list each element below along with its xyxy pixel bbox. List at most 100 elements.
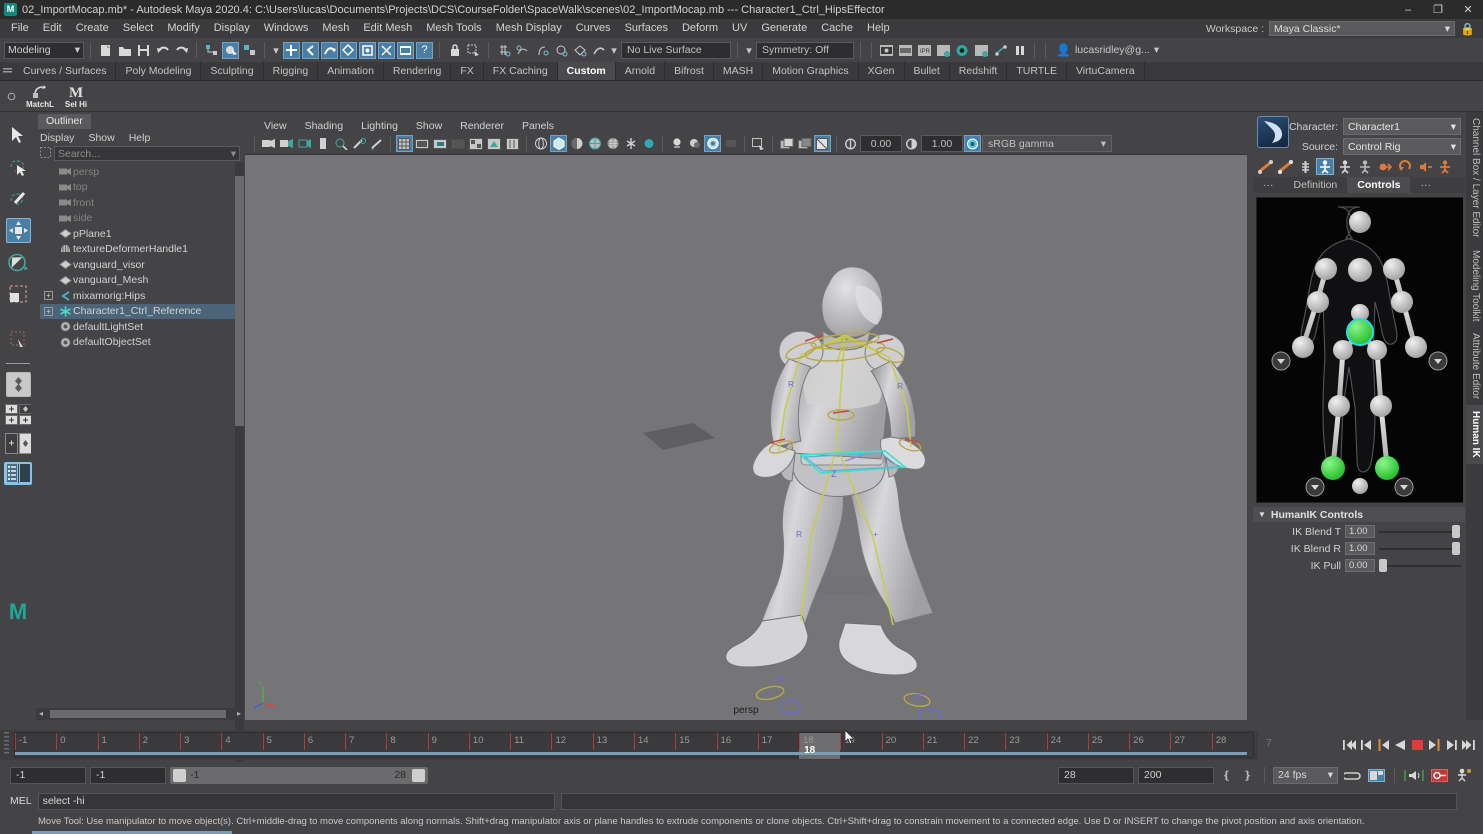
scroll-left-icon[interactable]: ◂ (39, 709, 43, 718)
menu-curves[interactable]: Curves (569, 19, 618, 38)
humanik-tab-controls[interactable]: Controls (1347, 177, 1410, 193)
redo-icon[interactable] (173, 42, 190, 59)
bookmark-camera-icon[interactable] (296, 135, 313, 152)
mute-icon[interactable] (1416, 158, 1434, 175)
select-misc-mask-icon[interactable]: ? (416, 42, 433, 59)
tab-attribute-editor[interactable]: Attribute Editor (1466, 327, 1483, 405)
outliner-item-character1-ctrl-reference[interactable]: + Character1_Ctrl_Reference (40, 304, 240, 320)
scale-tool[interactable] (6, 282, 31, 307)
source-combo[interactable]: Control Rig ▾ (1343, 138, 1461, 155)
time-slider[interactable]: -101234567891011121314151617181819202122… (0, 730, 1258, 760)
scrollbar-thumb[interactable] (235, 176, 244, 426)
outliner-item-defaultobjectset[interactable]: defaultObjectSet (40, 335, 240, 351)
tab-human-ik[interactable]: Human IK (1466, 405, 1483, 464)
humanik-tab-prev[interactable]: ··· (1253, 177, 1284, 193)
menu-surfaces[interactable]: Surfaces (618, 19, 675, 38)
character-tpose-icon[interactable] (1356, 158, 1374, 175)
ik-blend-t-slider[interactable] (1379, 525, 1461, 538)
tab-modeling-toolkit[interactable]: Modeling Toolkit (1466, 244, 1483, 328)
use-default-material-icon[interactable] (622, 135, 639, 152)
select-rendering-mask-icon[interactable] (397, 42, 414, 59)
shelf-tab-mash[interactable]: MASH (714, 62, 763, 80)
four-view-layout[interactable] (6, 372, 31, 397)
toggle-display-icon[interactable] (992, 42, 1009, 59)
outliner-menu-help[interactable]: Help (129, 132, 151, 144)
menu-mesh-tools[interactable]: Mesh Tools (419, 19, 488, 38)
skeleton-icon[interactable] (1296, 158, 1314, 175)
film-gate-icon[interactable] (414, 135, 431, 152)
outliner-item-persp[interactable]: persp (40, 164, 240, 180)
outliner-item-defaultlightset[interactable]: defaultLightSet (40, 319, 240, 335)
viewport-menu-view[interactable]: View (255, 120, 296, 132)
outliner-item-front[interactable]: front (40, 195, 240, 211)
shelf-tab-rendering[interactable]: Rendering (384, 62, 451, 80)
symmetry-field[interactable]: Symmetry: Off (756, 42, 854, 59)
color-space-field[interactable]: sRGB gamma ▾ (982, 135, 1112, 152)
menu-mesh-display[interactable]: Mesh Display (489, 19, 569, 38)
exposure-reset-icon[interactable] (842, 135, 859, 152)
shelf-tab-poly-modeling[interactable]: Poly Modeling (116, 62, 201, 80)
select-joints-mask-icon[interactable] (302, 42, 319, 59)
make-live-icon[interactable] (590, 42, 607, 59)
viewport-menu-shading[interactable]: Shading (296, 120, 353, 132)
range-bracket-left-icon[interactable]: ❴ (1218, 767, 1235, 784)
minimize-button[interactable]: – (1393, 0, 1423, 19)
scrollbar-thumb[interactable] (50, 710, 226, 718)
snap-to-point-icon[interactable] (533, 42, 550, 59)
select-surfaces-mask-icon[interactable] (340, 42, 357, 59)
shelf-tab-virtucamera[interactable]: VirtuCamera (1067, 62, 1145, 80)
menu-deform[interactable]: Deform (675, 19, 725, 38)
shelf-tab-sculpting[interactable]: Sculpting (201, 62, 263, 80)
ik-pull-value[interactable]: 0.00 (1345, 559, 1375, 572)
select-tool[interactable] (6, 122, 31, 147)
go-to-start-button[interactable] (1342, 737, 1356, 753)
snapshot-icon[interactable] (778, 135, 795, 152)
character-combo[interactable]: Character1 ▾ (1343, 118, 1461, 135)
snap-to-curve-icon[interactable] (514, 42, 531, 59)
ik-blend-t-value[interactable]: 1.00 (1345, 525, 1375, 538)
shelf-tab-rigging[interactable]: Rigging (264, 62, 319, 80)
pause-render-icon[interactable] (1011, 42, 1028, 59)
mel-output-field[interactable] (561, 793, 1457, 810)
render-view-icon[interactable] (973, 42, 990, 59)
humanik-controls-section-header[interactable]: ▼ HumanIK Controls (1253, 507, 1465, 522)
dropdown-arrow-icon[interactable]: ▾ (609, 42, 619, 59)
ik-pull-slider[interactable] (1379, 559, 1461, 572)
lock-selection-icon[interactable] (446, 42, 463, 59)
shelf-options-icon[interactable] (0, 92, 22, 101)
outliner-item-top[interactable]: top (40, 180, 240, 196)
menu-display[interactable]: Display (207, 19, 257, 38)
render-current-frame-icon[interactable] (878, 42, 895, 59)
xray-display-icon[interactable] (486, 135, 503, 152)
playback-start-field[interactable]: -1 (90, 767, 166, 784)
go-to-end-button[interactable] (1461, 737, 1475, 753)
menu-mesh[interactable]: Mesh (315, 19, 356, 38)
color-management-icon[interactable] (964, 135, 981, 152)
shelf-tab-fx[interactable]: FX (451, 62, 483, 80)
menu-modify[interactable]: Modify (160, 19, 206, 38)
workspace-combo[interactable]: Maya Classic* ▾ (1269, 21, 1455, 36)
outliner-tree[interactable]: persp top front side pPlane1 (40, 164, 240, 769)
chevron-down-icon[interactable]: ▾ (744, 42, 754, 59)
outliner-vertical-scrollbar[interactable] (235, 162, 244, 762)
maximize-button[interactable]: ❐ (1423, 0, 1453, 19)
filter-icon[interactable] (40, 147, 51, 161)
shelf-tab-turtle[interactable]: TURTLE (1007, 62, 1067, 80)
live-surface-field[interactable]: No Live Surface (621, 42, 731, 59)
menu-generate[interactable]: Generate (754, 19, 814, 38)
next-key-button[interactable] (1427, 737, 1441, 753)
menu-windows[interactable]: Windows (257, 19, 316, 38)
textured-mode-icon[interactable] (604, 135, 621, 152)
lighting-all-lights-icon[interactable] (668, 135, 685, 152)
render-settings-icon[interactable] (935, 42, 952, 59)
exposure-control-icon[interactable] (468, 135, 485, 152)
outliner-item-pplane1[interactable]: pPlane1 (40, 226, 240, 242)
pin-rotate-icon[interactable] (1396, 158, 1414, 175)
persp-outliner-layout[interactable] (4, 404, 32, 426)
bone-tool-icon[interactable] (1256, 158, 1274, 175)
chevron-down-icon[interactable]: ▾ (231, 148, 236, 160)
search-input[interactable]: Search... ▾ (54, 146, 240, 161)
user-account-chip[interactable]: 👤 lucasridley@g... ▾ (1052, 42, 1163, 59)
camera-attributes-icon[interactable] (278, 135, 295, 152)
humanik-character-widget[interactable] (1256, 197, 1463, 503)
